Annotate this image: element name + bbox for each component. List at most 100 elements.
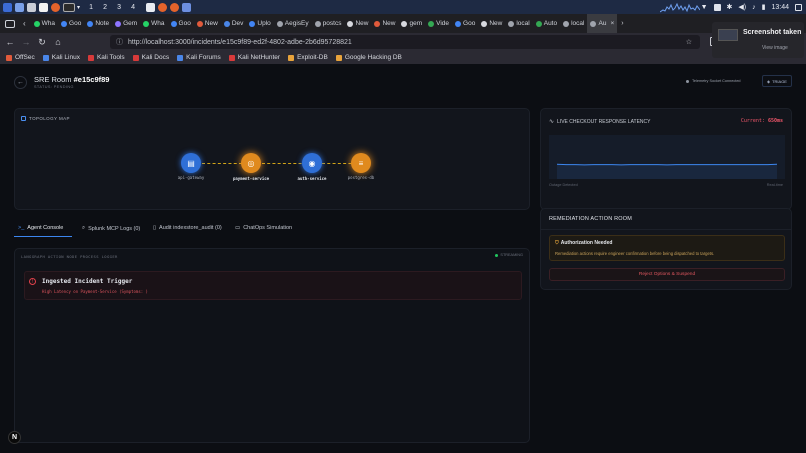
browser-tab[interactable]: local	[505, 14, 532, 33]
browser-tab[interactable]: New	[478, 14, 505, 33]
tab-title: AegisEy	[284, 20, 309, 27]
folder-icon[interactable]	[27, 2, 36, 12]
tab-list-chevron-icon[interactable]: ›	[621, 20, 623, 27]
firefox-icon[interactable]	[51, 2, 60, 12]
workspace-1[interactable]: 1	[86, 4, 96, 11]
tab-favicon-icon	[563, 20, 570, 27]
bookmark-exploit-db[interactable]: Exploit-DB	[288, 54, 328, 61]
browser-tab[interactable]: Wha	[140, 14, 167, 33]
bluetooth-icon[interactable]: ✱	[727, 3, 733, 11]
bell-icon[interactable]: ♪	[752, 4, 756, 11]
streaming-text: STREAMING	[500, 253, 523, 257]
tab-favicon-icon	[276, 20, 283, 27]
terminal-icon[interactable]	[63, 2, 75, 12]
tab-overview-icon[interactable]	[5, 19, 15, 28]
screenshot-notification[interactable]: Screenshot taken View image	[712, 22, 804, 58]
authorization-card: ⛉ Authorization Needed Remediation actio…	[549, 235, 785, 261]
page-info-icon[interactable]: ⓘ	[116, 37, 124, 47]
nextjs-dev-icon[interactable]: N	[8, 431, 21, 444]
forward-icon[interactable]: →	[20, 36, 32, 48]
live-dot-icon	[495, 253, 499, 257]
browser-tab[interactable]: Dev	[221, 14, 247, 33]
triage-button[interactable]: ◈ TRIAGE	[762, 75, 792, 87]
node-api-gateway[interactable]: ▤	[181, 153, 201, 173]
bookmark-kali-tools[interactable]: Kali Tools	[87, 54, 125, 61]
home-icon[interactable]: ⌂	[52, 36, 64, 48]
app-tray-icon[interactable]	[713, 3, 721, 11]
workspace-3[interactable]: 3	[114, 4, 124, 11]
browser-tab[interactable]: gem	[398, 14, 425, 33]
back-button[interactable]: ←	[14, 76, 27, 89]
browser-tab[interactable]: Au ×	[587, 14, 618, 33]
workspace-2[interactable]: 2	[100, 4, 110, 11]
log-entry-detail: High Latency on Payment-Service (Symptom…	[42, 289, 148, 294]
browser-tab[interactable]: Goo	[168, 14, 194, 33]
browser-tab[interactable]: AegisEy	[274, 14, 312, 33]
browser-tab[interactable]: Vide	[425, 14, 452, 33]
browser-tab[interactable]: postcs	[312, 14, 345, 33]
tab-splunk-logs[interactable]: ⌕ Splunk MCP Logs (0)	[82, 225, 140, 232]
kali-menu-icon[interactable]	[3, 2, 12, 12]
topology-panel: TOPOLOGY MAP ▤ api-gateway ◎ payment-ser…	[14, 108, 530, 210]
tab-scroll-left-icon[interactable]: ‹	[23, 19, 26, 28]
current-latency: Current: 650ms	[741, 118, 783, 124]
clock[interactable]: 13:44	[771, 4, 789, 11]
tab-title: New	[355, 20, 369, 27]
bookmark-ghdb[interactable]: Google Hacking DB	[335, 54, 402, 61]
browser-tab[interactable]: Note	[84, 14, 112, 33]
node-postgres-db[interactable]: ≡	[351, 153, 371, 173]
browser-tab[interactable]: local	[560, 14, 587, 33]
firefox-window-icon[interactable]	[170, 2, 180, 12]
browser-tab[interactable]: Wha	[31, 14, 58, 33]
tab-agent-console[interactable]: >_ Agent Console	[18, 225, 63, 231]
battery-icon[interactable]: ▮	[762, 3, 766, 11]
view-image-button[interactable]: View image	[762, 45, 788, 51]
reject-suspend-button[interactable]: Reject Options & Suspend	[549, 268, 785, 281]
volume-icon[interactable]: ◀)	[738, 3, 746, 11]
browser-tab[interactable]: Goo	[452, 14, 478, 33]
bookmark-label: Kali Forums	[186, 54, 221, 61]
app-a-icon[interactable]	[146, 2, 156, 12]
bookmark-offsec[interactable]: OffSec	[6, 54, 35, 61]
dropdown-icon[interactable]: ▾	[77, 4, 80, 11]
browser-tab[interactable]: New	[371, 14, 398, 33]
console-tab-bar: >_ Agent Console ⌕ Splunk MCP Logs (0) ▯…	[14, 220, 530, 238]
network-icon[interactable]: ▼	[701, 4, 708, 11]
log-entry: ! Ingested Incident Trigger High Latency…	[24, 271, 522, 300]
browser-tab[interactable]: Auto	[533, 14, 560, 33]
window-icon[interactable]	[182, 2, 192, 12]
current-label: Current:	[740, 118, 765, 124]
desktop-icon[interactable]	[15, 2, 24, 12]
tab-title: Goo	[463, 20, 476, 27]
browser-tab[interactable]: New	[344, 14, 371, 33]
node-auth-service[interactable]: ◉	[302, 153, 322, 173]
authorization-detail: Remediation actions require engineer con…	[555, 251, 715, 256]
power-icon[interactable]	[795, 3, 802, 11]
tab-title: gem	[409, 20, 423, 27]
browser-tab[interactable]: Gem	[112, 14, 140, 33]
tab-chatops[interactable]: ▭ ChatOps Simulation	[235, 225, 292, 231]
workspace-4[interactable]: 4	[128, 4, 138, 11]
active-tab-underline	[14, 236, 72, 237]
tab-title: Wha	[151, 20, 165, 27]
browser-tab[interactable]: Uplo	[246, 14, 273, 33]
bookmark-label: Kali Docs	[141, 54, 170, 61]
node-payment-service[interactable]: ◎	[241, 153, 261, 173]
bookmark-kali-nethunter[interactable]: Kali NetHunter	[228, 54, 280, 61]
close-tab-icon[interactable]: ×	[610, 20, 614, 27]
firefox-window-icon[interactable]	[158, 2, 168, 12]
bookmark-kali-docs[interactable]: Kali Docs	[132, 54, 170, 61]
url-bar[interactable]: ⓘ http://localhost:3000/incidents/e15c9f…	[110, 35, 700, 49]
tab-audit[interactable]: ▯ Audit indexstore_audit (0)	[153, 225, 222, 231]
url-text[interactable]: http://localhost:3000/incidents/e15c9f89…	[128, 39, 352, 46]
bookmark-kali-forums[interactable]: Kali Forums	[177, 54, 221, 61]
file-icon[interactable]	[39, 2, 48, 12]
browser-tab[interactable]: Goo	[58, 14, 84, 33]
browser-tab[interactable]: New	[194, 14, 221, 33]
tab-label: Agent Console	[27, 225, 64, 231]
bookmark-kali-linux[interactable]: Kali Linux	[42, 54, 80, 61]
reload-icon[interactable]: ↻	[36, 36, 48, 48]
bookmark-star-icon[interactable]: ☆	[686, 38, 692, 46]
triage-icon: ◈	[767, 78, 771, 84]
back-icon[interactable]: ←	[4, 36, 16, 48]
